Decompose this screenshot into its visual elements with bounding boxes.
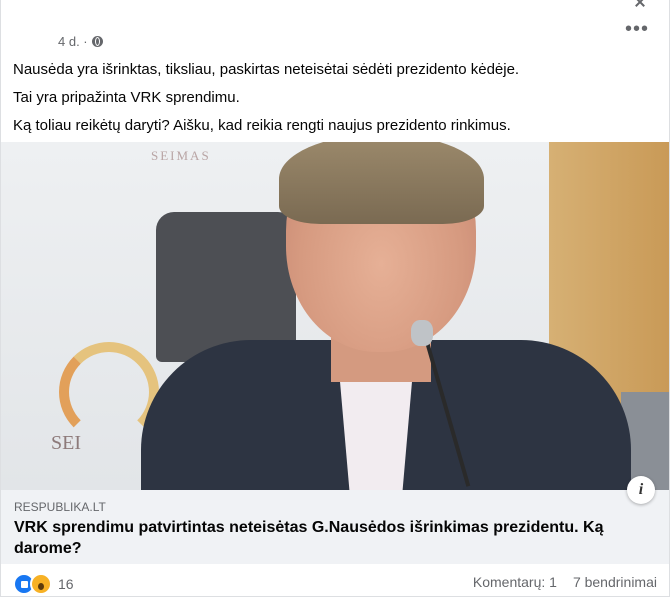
seimas-sign-top: SEIMAS xyxy=(151,148,211,163)
post-paragraph: Tai yra pripažinta VRK sprendimu. xyxy=(13,89,240,106)
link-preview[interactable]: i RESPUBLIKA.LT VRK sprendimu patvirtint… xyxy=(1,476,669,564)
info-button[interactable]: i xyxy=(627,476,655,504)
close-icon[interactable] xyxy=(633,0,647,6)
post-footer: 16 Komentarų: 1 7 bendrinimai xyxy=(1,564,669,596)
post-stats: Komentarų: 1 7 bendrinimai xyxy=(473,574,657,590)
post-paragraph: Nausėda yra išrinktas, tiksliau, paskirt… xyxy=(13,61,520,78)
wow-icon xyxy=(30,573,52,595)
post-text: Nausėda yra išrinktas, tiksliau, paskirt… xyxy=(13,60,657,144)
post-time[interactable]: 4 d. · xyxy=(58,34,88,49)
link-headline[interactable]: VRK sprendimu patvirtintas neteisėtas G.… xyxy=(14,517,614,559)
reactions-summary[interactable]: 16 xyxy=(13,573,74,595)
comments-count[interactable]: Komentarų: 1 xyxy=(473,574,557,590)
seimas-sign-bottom: SEI xyxy=(51,432,81,454)
shares-count[interactable]: 7 bendrinimai xyxy=(573,574,657,590)
post-paragraph: Ką toliau reikėtų daryti? Aišku, kad rei… xyxy=(13,117,511,134)
link-domain: RESPUBLIKA.LT xyxy=(14,500,106,514)
post-card: 4 d. · ••• Nausėda yra išrinktas, tiksli… xyxy=(0,0,670,597)
globe-icon xyxy=(91,36,103,47)
post-meta: 4 d. · xyxy=(58,34,103,49)
reaction-count: 16 xyxy=(58,576,74,592)
more-options-button[interactable]: ••• xyxy=(625,19,649,39)
photo-person-hair xyxy=(279,142,484,224)
microphone-icon xyxy=(411,320,433,346)
link-preview-image[interactable]: SEIMAS SEI xyxy=(1,142,669,490)
